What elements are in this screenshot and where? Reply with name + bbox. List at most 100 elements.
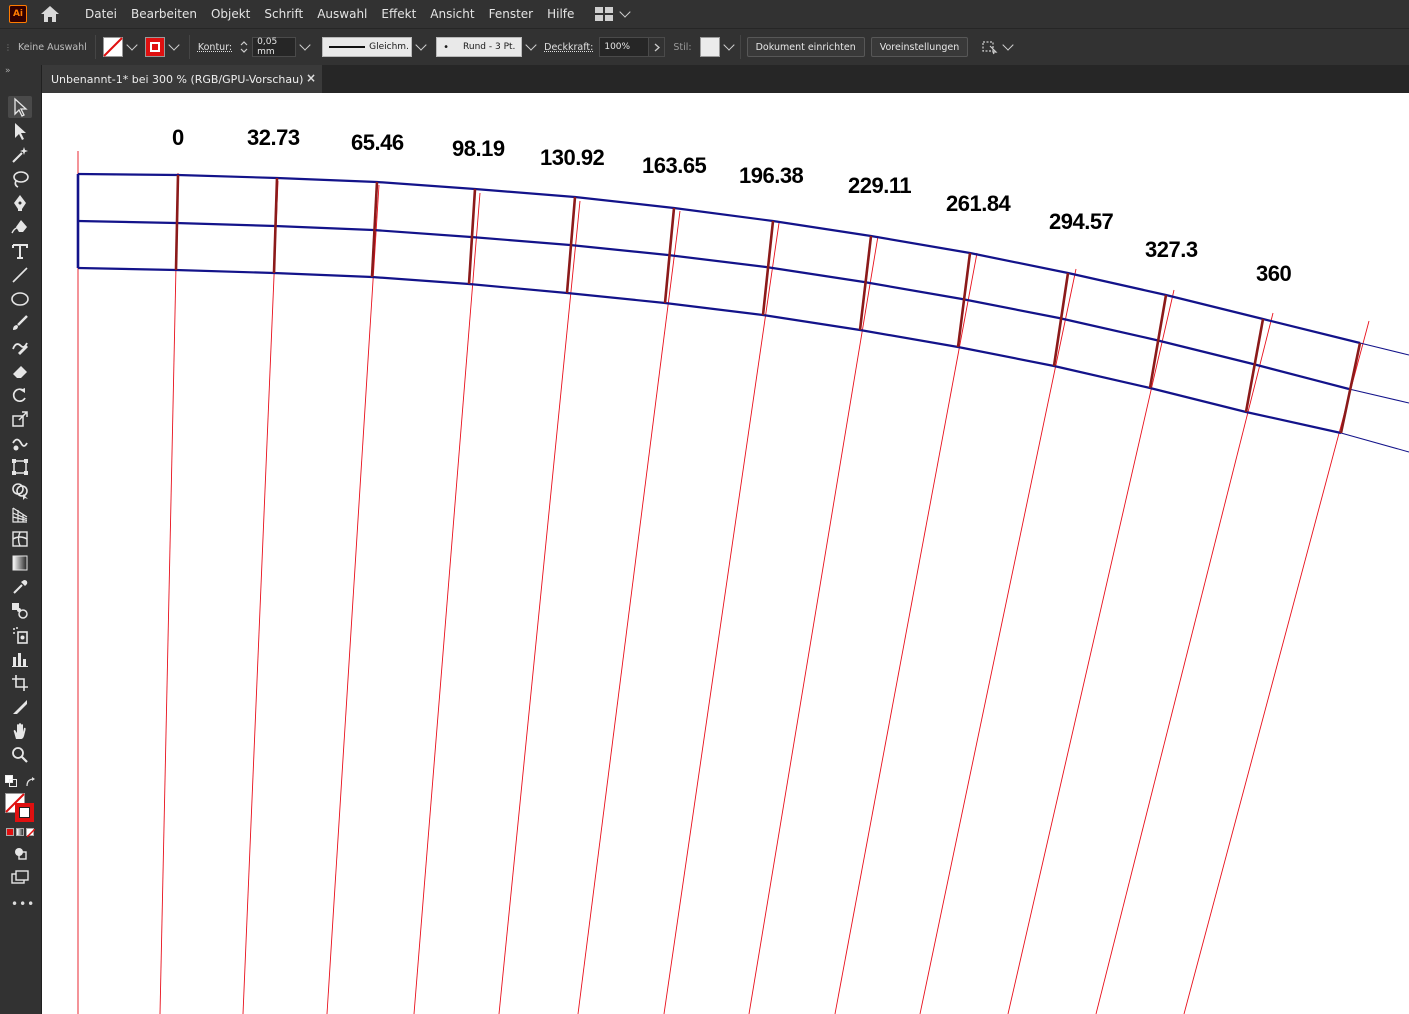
- variable-width-profile[interactable]: Gleichm.: [322, 37, 413, 57]
- pen-tool[interactable]: [8, 192, 32, 214]
- radial-guide-line[interactable]: [1183, 320, 1370, 1014]
- lasso-tool[interactable]: [8, 168, 32, 190]
- swap-fill-stroke-icon[interactable]: [25, 773, 37, 792]
- radial-guide-line[interactable]: [242, 180, 279, 1014]
- shape-builder-tool[interactable]: [8, 480, 32, 502]
- document-tab[interactable]: Unbenannt-1* bei 300 % (RGB/GPU-Vorschau…: [42, 65, 322, 93]
- stroke-weight-dropdown[interactable]: [296, 37, 314, 57]
- rotate-tool[interactable]: [8, 384, 32, 406]
- slice-tool[interactable]: [8, 696, 32, 718]
- degree-label[interactable]: 65.46: [351, 130, 404, 156]
- scale-tool[interactable]: [8, 408, 32, 430]
- paintbrush-tool[interactable]: [8, 312, 32, 334]
- radial-guide-line[interactable]: [498, 200, 581, 1014]
- gradient-mode-icon[interactable]: [16, 828, 24, 836]
- menu-schrift[interactable]: Schrift: [257, 0, 310, 28]
- stroke-swatch-control[interactable]: [144, 37, 183, 57]
- mesh-tool[interactable]: [8, 528, 32, 550]
- division-tick[interactable]: [272, 177, 279, 274]
- profile-dropdown[interactable]: [412, 37, 430, 57]
- opacity-field[interactable]: 100%: [599, 37, 650, 57]
- artwork[interactable]: [42, 93, 1409, 1014]
- graphic-style-swatch[interactable]: [699, 37, 720, 57]
- fill-stroke-swatches[interactable]: [5, 793, 35, 827]
- stroke-stepper[interactable]: [238, 37, 250, 57]
- stroke-label[interactable]: Kontur:: [198, 42, 232, 53]
- type-tool[interactable]: [8, 240, 32, 262]
- degree-label[interactable]: 32.73: [247, 125, 300, 151]
- column-graph-tool[interactable]: [8, 648, 32, 670]
- fill-swatch-control[interactable]: [102, 37, 141, 57]
- radial-guide-line[interactable]: [577, 210, 681, 1014]
- color-mode-buttons[interactable]: [6, 828, 35, 837]
- selection-tool[interactable]: [8, 96, 32, 118]
- eyedropper-tool[interactable]: [8, 576, 32, 598]
- curvature-tool[interactable]: [8, 216, 32, 238]
- preferences-button[interactable]: Voreinstellungen: [870, 37, 969, 57]
- radial-guide-line[interactable]: [159, 172, 179, 1014]
- menu-fenster[interactable]: Fenster: [482, 0, 541, 28]
- menu-effekt[interactable]: Effekt: [374, 0, 423, 28]
- division-tick[interactable]: [174, 174, 180, 271]
- workspace-switcher[interactable]: [595, 6, 632, 21]
- menu-ansicht[interactable]: Ansicht: [423, 0, 481, 28]
- more-tools-icon[interactable]: •••: [11, 897, 35, 911]
- radial-guide-line[interactable]: [1007, 289, 1175, 1014]
- zoom-tool[interactable]: [8, 744, 32, 766]
- degree-label[interactable]: 327.3: [1145, 237, 1198, 263]
- symbol-sprayer-tool[interactable]: [8, 624, 32, 646]
- brush-definition[interactable]: • Rund - 3 Pt.: [436, 37, 523, 57]
- menu-bearbeiten[interactable]: Bearbeiten: [124, 0, 204, 28]
- collapse-panel-icon[interactable]: »: [5, 66, 11, 76]
- free-transform-tool[interactable]: [8, 456, 32, 478]
- warp-tool[interactable]: [8, 432, 32, 454]
- none-mode-icon[interactable]: [26, 828, 35, 837]
- artboard-tool[interactable]: [8, 672, 32, 694]
- menu-objekt[interactable]: Objekt: [204, 0, 257, 28]
- opacity-flyout[interactable]: [649, 37, 666, 57]
- eraser-tool[interactable]: [8, 360, 32, 382]
- direct-selection-tool[interactable]: [8, 120, 32, 142]
- style-dropdown[interactable]: [720, 37, 738, 57]
- radial-guide-line[interactable]: [413, 192, 481, 1014]
- radial-guide-line[interactable]: [663, 222, 780, 1014]
- brush-dropdown[interactable]: [522, 37, 540, 57]
- middle-arc-extension[interactable]: [1348, 388, 1409, 404]
- radial-guide-line[interactable]: [919, 268, 1077, 1014]
- degree-label[interactable]: 196.38: [739, 163, 804, 189]
- degree-label[interactable]: 130.92: [540, 145, 605, 171]
- menu-datei[interactable]: Datei: [78, 0, 124, 28]
- draw-mode-tool[interactable]: [8, 842, 32, 864]
- degree-label[interactable]: 98.19: [452, 136, 505, 162]
- stroke-weight-field[interactable]: 0,05 mm: [252, 37, 297, 57]
- menu-auswahl[interactable]: Auswahl: [310, 0, 374, 28]
- ellipse-tool[interactable]: [8, 288, 32, 310]
- radial-guide-line[interactable]: [326, 184, 380, 1014]
- outer-arc-extension[interactable]: [1359, 342, 1409, 356]
- document-setup-button[interactable]: Dokument einrichten: [746, 37, 865, 57]
- degree-label[interactable]: 294.57: [1049, 209, 1114, 235]
- degree-label[interactable]: 261.84: [946, 191, 1011, 217]
- perspective-grid-tool[interactable]: [8, 504, 32, 526]
- degree-label[interactable]: 360: [1256, 261, 1292, 287]
- home-icon[interactable]: [39, 3, 61, 25]
- degree-label[interactable]: 0: [172, 125, 184, 151]
- close-icon[interactable]: ×: [306, 71, 316, 85]
- shaper-tool[interactable]: [8, 336, 32, 358]
- line-tool[interactable]: [8, 264, 32, 286]
- degree-label[interactable]: 163.65: [642, 153, 707, 179]
- magic-wand-tool[interactable]: [8, 144, 32, 166]
- opacity-label[interactable]: Deckkraft:: [544, 42, 593, 53]
- degree-label[interactable]: 229.11: [848, 173, 912, 199]
- artboard-canvas[interactable]: 0 32.73 65.46 98.19 130.92 163.65 196.38 229.11…: [42, 93, 1409, 1014]
- inner-arc-extension[interactable]: [1340, 432, 1409, 453]
- radial-guide-line[interactable]: [748, 235, 879, 1014]
- arrange-documents-control[interactable]: [980, 39, 1014, 55]
- default-fill-stroke-icon[interactable]: [5, 772, 17, 791]
- color-mode-icon[interactable]: [6, 828, 14, 836]
- menu-hilfe[interactable]: Hilfe: [540, 0, 581, 28]
- blend-tool[interactable]: [8, 600, 32, 622]
- gradient-tool[interactable]: [8, 552, 32, 574]
- hand-tool[interactable]: [8, 720, 32, 742]
- screen-mode-tool[interactable]: [8, 866, 32, 888]
